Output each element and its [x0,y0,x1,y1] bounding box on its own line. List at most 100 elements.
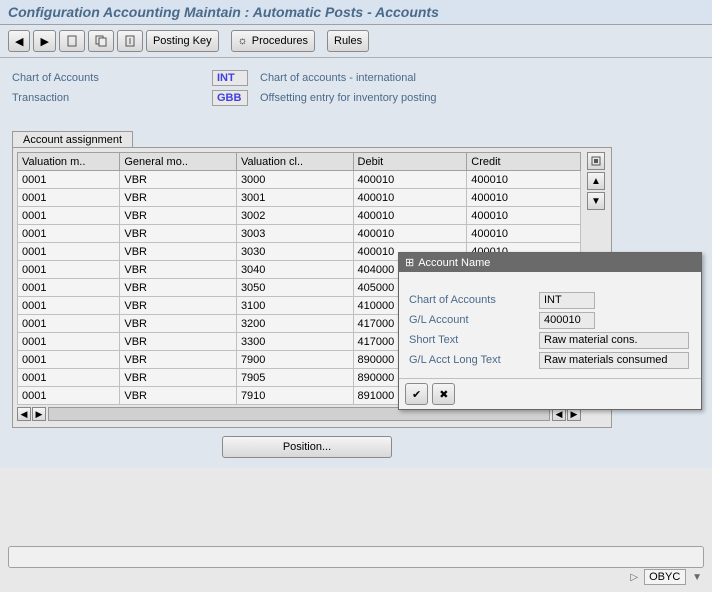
config-icon[interactable] [587,152,605,170]
main-toolbar: ◀ ▶ Posting Key ☼ Procedures Rules [0,25,712,58]
position-label: Position... [283,441,331,453]
cell-gm[interactable]: VBR [120,369,237,387]
tcode-field: OBYC [644,569,686,585]
cell-vm[interactable]: 0001 [18,315,120,333]
status-bar: ▷ OBYC ▼ [8,568,704,586]
cell-vm[interactable]: 0001 [18,261,120,279]
col-debit[interactable]: Debit [353,153,467,171]
cell-vc[interactable]: 3100 [236,297,353,315]
cell-db[interactable]: 400010 [353,225,467,243]
col-valuation-cl[interactable]: Valuation cl.. [236,153,353,171]
cell-vm[interactable]: 0001 [18,207,120,225]
col-general-mod[interactable]: General mo.. [120,153,237,171]
cell-gm[interactable]: VBR [120,387,237,405]
cell-gm[interactable]: VBR [120,225,237,243]
trans-desc: Offsetting entry for inventory posting [260,92,437,104]
header-area: Chart of Accounts INT Chart of accounts … [0,58,712,112]
table-row[interactable]: 0001VBR3000400010400010 [18,171,581,189]
rules-button[interactable]: Rules [327,30,369,52]
popup-coa-value: INT [539,292,595,309]
cell-cr[interactable]: 400010 [467,207,581,225]
tabstrip: Account assignment [12,130,700,147]
cell-db[interactable]: 400010 [353,171,467,189]
session-icon[interactable]: ▷ [630,572,638,583]
forward-button[interactable]: ▶ [33,30,55,52]
posting-key-label: Posting Key [153,35,212,47]
cell-vc[interactable]: 3300 [236,333,353,351]
popup-icon: ⊞ [405,256,414,269]
cell-gm[interactable]: VBR [120,243,237,261]
cell-cr[interactable]: 400010 [467,171,581,189]
cell-gm[interactable]: VBR [120,279,237,297]
popup-title-text: Account Name [418,257,490,269]
popup-st-label: Short Text [409,334,539,346]
scroll-up-button[interactable]: ▲ [587,172,605,190]
popup-coa-label: Chart of Accounts [409,294,539,306]
cell-vm[interactable]: 0001 [18,333,120,351]
scroll-down-button[interactable]: ▼ [587,192,605,210]
person-icon: ☼ [238,35,248,47]
new-page-icon[interactable] [59,30,85,52]
cell-gm[interactable]: VBR [120,189,237,207]
popup-titlebar: ⊞ Account Name [399,253,701,272]
cell-vm[interactable]: 0001 [18,225,120,243]
table-side-controls: ▲ ▼ [587,152,607,210]
table-row[interactable]: 0001VBR3002400010400010 [18,207,581,225]
popup-cancel-button[interactable]: ✖ [432,383,455,405]
cell-vc[interactable]: 3200 [236,315,353,333]
status-menu-icon[interactable]: ▼ [692,572,702,583]
procedures-label: Procedures [252,35,308,47]
col-valuation-mod[interactable]: Valuation m.. [18,153,120,171]
cell-vc[interactable]: 3001 [236,189,353,207]
page-title: Configuration Accounting Maintain : Auto… [0,0,712,25]
cell-vc[interactable]: 3002 [236,207,353,225]
back-button[interactable]: ◀ [8,30,30,52]
trans-label: Transaction [12,92,212,104]
cell-db[interactable]: 400010 [353,207,467,225]
popup-ok-button[interactable]: ✔ [405,383,428,405]
cell-gm[interactable]: VBR [120,315,237,333]
cell-vc[interactable]: 7900 [236,351,353,369]
cell-vc[interactable]: 3040 [236,261,353,279]
cell-vc[interactable]: 3050 [236,279,353,297]
rules-label: Rules [334,35,362,47]
posting-key-button[interactable]: Posting Key [146,30,219,52]
cell-gm[interactable]: VBR [120,207,237,225]
cell-vc[interactable]: 3030 [236,243,353,261]
coa-label: Chart of Accounts [12,72,212,84]
table-row[interactable]: 0001VBR3001400010400010 [18,189,581,207]
delete-page-icon[interactable] [117,30,143,52]
table-row[interactable]: 0001VBR3003400010400010 [18,225,581,243]
col-credit[interactable]: Credit [467,153,581,171]
cell-cr[interactable]: 400010 [467,225,581,243]
cell-gm[interactable]: VBR [120,261,237,279]
cell-cr[interactable]: 400010 [467,189,581,207]
cell-vm[interactable]: 0001 [18,369,120,387]
cell-vm[interactable]: 0001 [18,279,120,297]
coa-code: INT [212,70,248,86]
cell-db[interactable]: 400010 [353,189,467,207]
bottom-bar: ▷ OBYC ▼ [8,546,704,586]
hscroll-first-button[interactable]: ◀ [17,407,31,421]
cell-gm[interactable]: VBR [120,171,237,189]
tab-account-assignment[interactable]: Account assignment [12,131,133,148]
cell-gm[interactable]: VBR [120,333,237,351]
cell-vm[interactable]: 0001 [18,171,120,189]
message-area [8,546,704,568]
popup-st-value: Raw material cons. [539,332,689,349]
position-button[interactable]: Position... [222,436,392,458]
procedures-button[interactable]: ☼ Procedures [231,30,315,52]
cell-gm[interactable]: VBR [120,351,237,369]
hscroll-prev-button[interactable]: ▶ [32,407,46,421]
cell-vm[interactable]: 0001 [18,189,120,207]
cell-vc[interactable]: 7910 [236,387,353,405]
cell-vm[interactable]: 0001 [18,243,120,261]
cell-vm[interactable]: 0001 [18,387,120,405]
copy-page-icon[interactable] [88,30,114,52]
cell-vc[interactable]: 3000 [236,171,353,189]
cell-vc[interactable]: 3003 [236,225,353,243]
cell-vm[interactable]: 0001 [18,351,120,369]
cell-vm[interactable]: 0001 [18,297,120,315]
cell-gm[interactable]: VBR [120,297,237,315]
cell-vc[interactable]: 7905 [236,369,353,387]
